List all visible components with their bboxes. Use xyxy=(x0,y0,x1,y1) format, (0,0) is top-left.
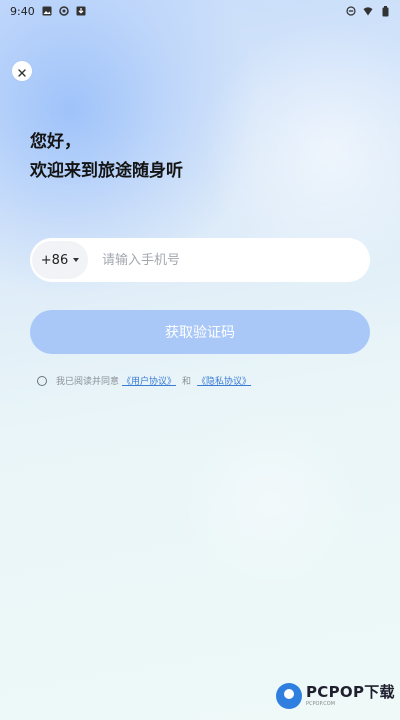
wifi-icon xyxy=(363,6,373,16)
battery-icon xyxy=(380,5,390,16)
chevron-down-icon xyxy=(73,258,80,262)
download-icon xyxy=(76,6,86,16)
greeting: 您好， 欢迎来到旅途随身听 xyxy=(30,128,183,186)
status-time: 9:40 xyxy=(10,4,35,18)
pcpop-logo-icon xyxy=(276,683,302,709)
watermark-sub: PCPOP.COM xyxy=(306,701,336,707)
agreement-text: 我已阅读并同意 xyxy=(56,377,120,387)
phone-field: +86 xyxy=(30,238,370,282)
agreement-checkbox[interactable] xyxy=(37,375,47,386)
privacy-agreement-link[interactable]: 《隐私协议》 xyxy=(197,374,251,387)
dnd-icon xyxy=(346,6,356,16)
greeting-welcome: 欢迎来到旅途随身听 xyxy=(30,161,183,181)
country-code-label: +86 xyxy=(40,252,69,268)
watermark-brand: PCPOP下载 xyxy=(306,683,395,701)
agreement-and: 和 xyxy=(182,377,192,387)
close-icon xyxy=(18,62,26,81)
greeting-hello: 您好， xyxy=(30,132,81,152)
close-button[interactable] xyxy=(12,61,32,81)
image-icon xyxy=(42,6,52,16)
user-agreement-link[interactable]: 《用户协议》 xyxy=(122,374,176,387)
settings-icon xyxy=(58,6,69,16)
status-bar: 9:40 xyxy=(0,0,400,22)
background-glow xyxy=(170,400,370,600)
agreement-row: 我已阅读并同意 《用户协议》 和 《隐私协议》 xyxy=(37,374,254,387)
get-code-button[interactable]: 获取验证码 xyxy=(30,310,370,354)
watermark: PCPOP下载 PCPOP.COM xyxy=(276,683,395,709)
login-screen: 9:40 您好， 欢迎来到旅途随身听 +86 请输入手机号 获取验证码 我已阅读… xyxy=(0,0,400,720)
phone-input[interactable] xyxy=(102,238,357,282)
country-code-selector[interactable]: +86 xyxy=(32,241,88,279)
